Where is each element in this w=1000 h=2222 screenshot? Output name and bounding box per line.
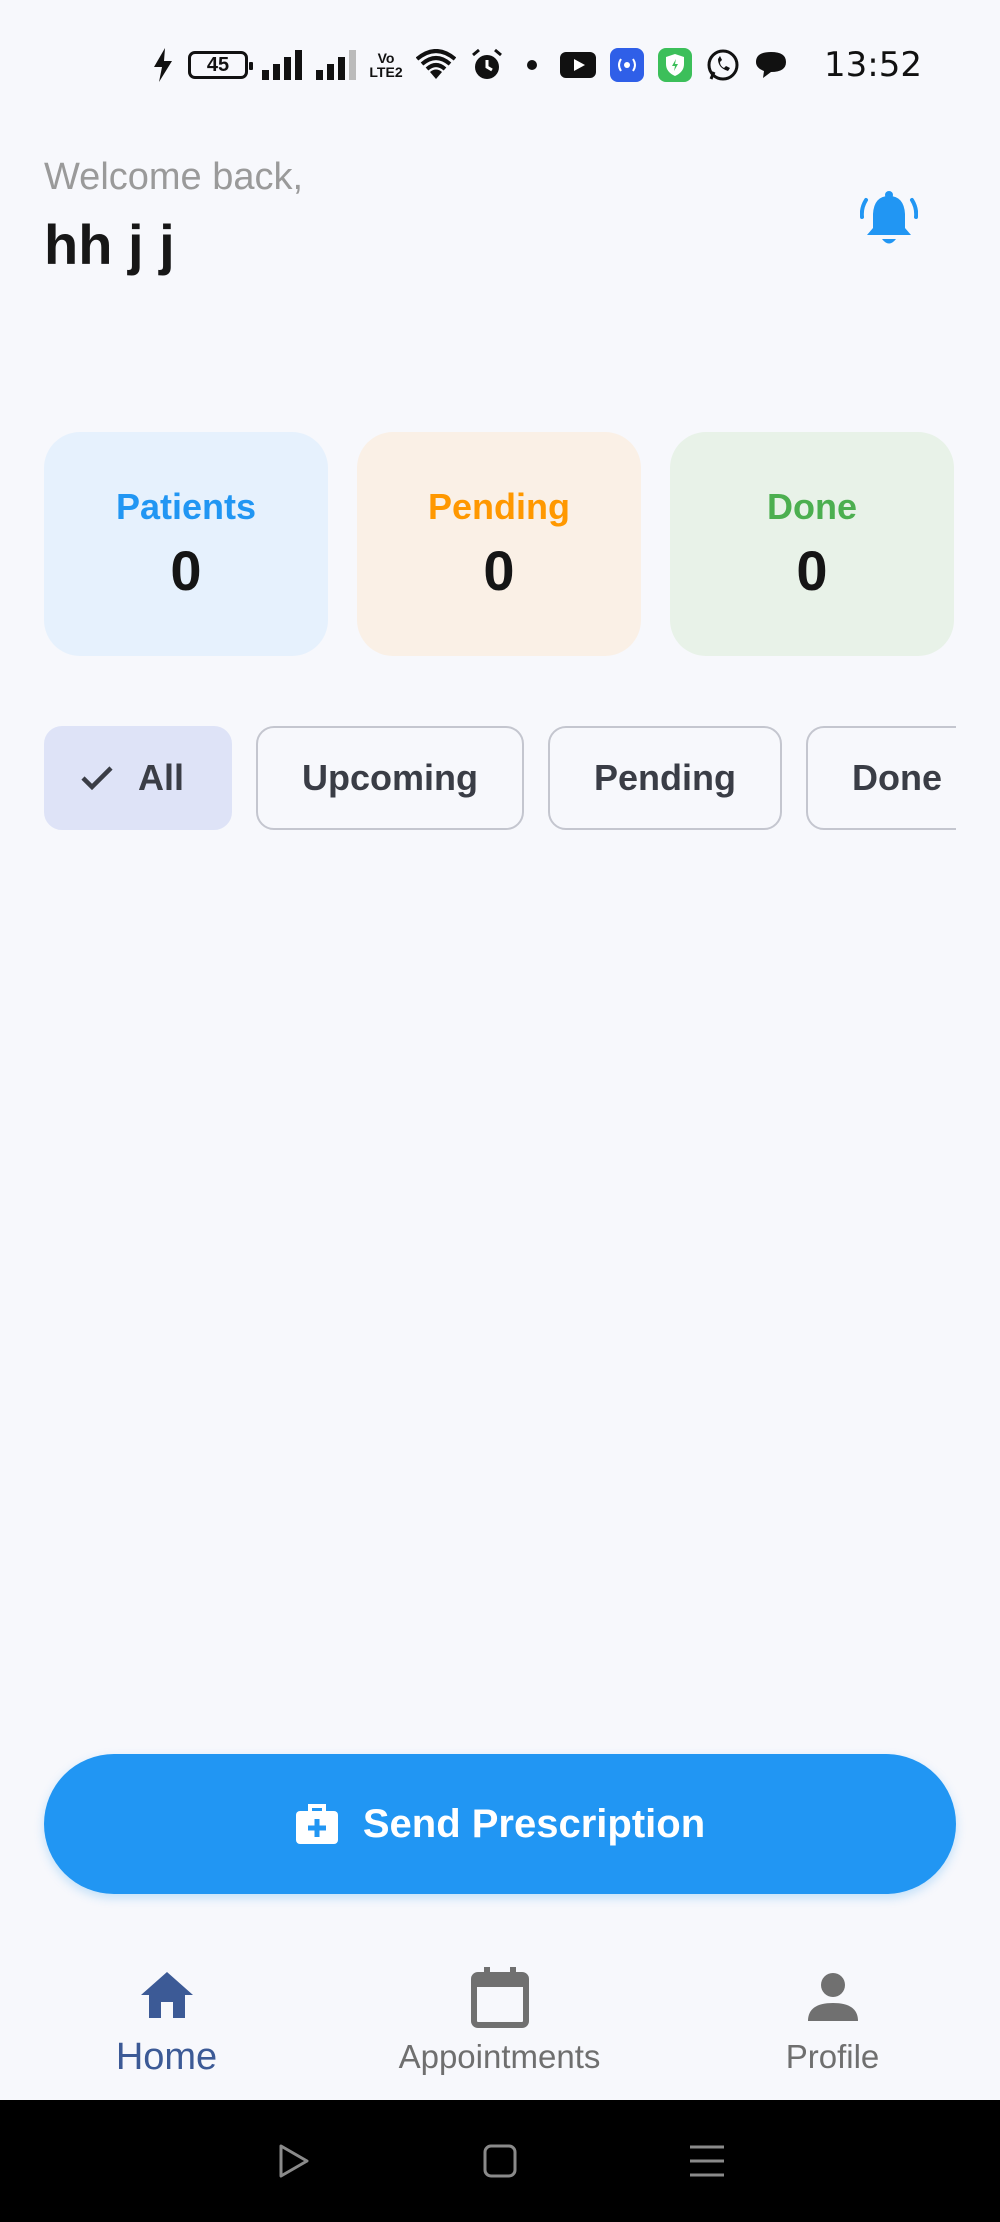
bottom-navigation: Home Appointments Profile [0,1938,1000,2100]
youtube-icon [560,45,597,85]
status-bar: 45 Vo LTE2 13:52 [0,0,1000,130]
home-square-icon[interactable] [470,2131,530,2191]
filter-chip-label: Done [852,757,943,798]
nav-label: Appointments [398,2038,601,2075]
nav-item-home[interactable]: Home [0,1938,333,2100]
charging-bolt-icon [152,45,174,85]
stat-card-patients: Patients 0 [44,432,328,656]
send-prescription-label: Send Prescription [362,1801,706,1846]
back-triangle-icon[interactable] [263,2131,323,2191]
stat-label: Pending [428,485,570,527]
chat-bubble-icon [754,45,788,85]
medical-bag-icon [295,1803,339,1845]
nav-label: Profile [785,2038,880,2075]
stat-value: 0 [796,538,828,602]
home-icon [139,1960,195,2030]
stat-card-pending: Pending 0 [357,432,641,656]
stat-label: Done [767,485,857,527]
nav-item-profile[interactable]: Profile [666,1938,999,2100]
system-navigation-bar [0,2100,1000,2222]
person-icon [807,1962,859,2032]
volte-icon: Vo LTE2 [369,50,403,80]
stat-card-done: Done 0 [670,432,954,656]
stat-value: 0 [483,538,515,602]
filter-chip-label: Upcoming [302,757,479,798]
send-prescription-button[interactable]: Send Prescription [44,1754,956,1894]
filter-chip-pending[interactable]: Pending [548,726,783,830]
notification-dot-icon [518,45,546,85]
status-time: 13:52 [824,45,922,85]
stat-value: 0 [170,538,202,602]
whatsapp-icon [706,45,740,85]
calendar-icon [470,1962,529,2032]
battery-icon: 45 [188,51,254,79]
stat-label: Patients [115,485,257,527]
nav-item-appointments[interactable]: Appointments [333,1938,666,2100]
filter-chip-all[interactable]: All [44,726,233,830]
security-app-icon [658,48,693,82]
wifi-icon [416,45,457,85]
signal-strength-icon [262,45,303,85]
filter-chip-upcoming[interactable]: Upcoming [256,726,525,830]
alarm-clock-icon [470,45,504,85]
hotspot-app-icon [610,48,645,82]
filter-chip-label: All [138,757,185,798]
filter-chips: All Upcoming Pending Done [44,726,956,830]
battery-level: 45 [206,53,230,76]
check-icon [80,765,114,791]
welcome-text: Welcome back, [44,156,304,198]
filter-chip-label: Pending [594,757,737,798]
user-name: hh j j [44,213,175,276]
filter-chip-done[interactable]: Done [806,726,956,830]
menu-lines-icon[interactable] [677,2131,737,2191]
signal-strength-2-icon [316,45,357,85]
notifications-bell-icon[interactable] [855,186,923,254]
app-screen: 45 Vo LTE2 13:52 Welcome back, hh j j Pa… [0,0,1000,2222]
nav-label: Home [115,2035,218,2078]
